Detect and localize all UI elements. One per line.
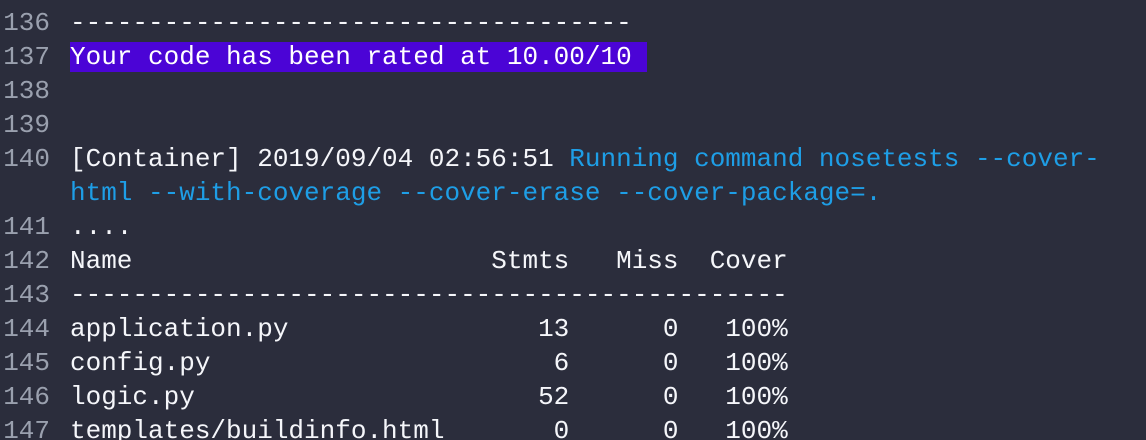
line-number: 137 bbox=[3, 42, 50, 72]
line-number: 138 bbox=[3, 76, 50, 106]
log-line: 137 Your code has been rated at 10.00/10 bbox=[0, 40, 1146, 74]
coverage-row: config.py 6 0 100% bbox=[70, 348, 788, 378]
coverage-table-header: Name Stmts Miss Cover bbox=[70, 246, 788, 276]
line-number: 141 bbox=[3, 212, 50, 242]
line-number: 146 bbox=[3, 382, 50, 412]
coverage-row: templates/buildinfo.html 0 0 100% bbox=[70, 416, 788, 440]
line-number: 145 bbox=[3, 348, 50, 378]
log-line-text: ------------------------------------ bbox=[70, 8, 632, 38]
rating-highlight: Your code has been rated at 10.00/10 bbox=[70, 42, 648, 72]
log-line: 145 config.py 6 0 100% bbox=[0, 346, 1146, 380]
log-line: 140 [Container] 2019/09/04 02:56:51 Runn… bbox=[0, 142, 1146, 210]
coverage-row: application.py 13 0 100% bbox=[70, 314, 788, 344]
build-log-viewer: 136 ------------------------------------… bbox=[0, 0, 1146, 440]
log-line-text: [Container] 2019/09/04 02:56:51 Running … bbox=[70, 142, 1110, 210]
log-line: 144 application.py 13 0 100% bbox=[0, 312, 1146, 346]
line-number: 143 bbox=[3, 280, 50, 310]
line-number: 139 bbox=[3, 110, 50, 140]
log-line: 136 ------------------------------------ bbox=[0, 6, 1146, 40]
line-number: 140 bbox=[3, 144, 50, 174]
line-number: 144 bbox=[3, 314, 50, 344]
line-number: 136 bbox=[3, 8, 50, 38]
line-number: 147 bbox=[3, 416, 50, 440]
timestamp-prefix: [Container] 2019/09/04 02:56:51 bbox=[70, 144, 570, 174]
log-line: 147 templates/buildinfo.html 0 0 100% bbox=[0, 414, 1146, 440]
log-line-text: .... bbox=[70, 212, 133, 242]
log-line: 139 bbox=[0, 108, 1146, 142]
log-line: 142 Name Stmts Miss Cover bbox=[0, 244, 1146, 278]
log-line: 143 ------------------------------------… bbox=[0, 278, 1146, 312]
log-line-text bbox=[70, 74, 1110, 108]
log-line: 141 .... bbox=[0, 210, 1146, 244]
log-line-text bbox=[70, 108, 1110, 142]
coverage-row: logic.py 52 0 100% bbox=[70, 382, 788, 412]
line-number: 142 bbox=[3, 246, 50, 276]
log-line-text: ----------------------------------------… bbox=[70, 280, 788, 310]
log-line: 146 logic.py 52 0 100% bbox=[0, 380, 1146, 414]
log-line: 138 bbox=[0, 74, 1146, 108]
